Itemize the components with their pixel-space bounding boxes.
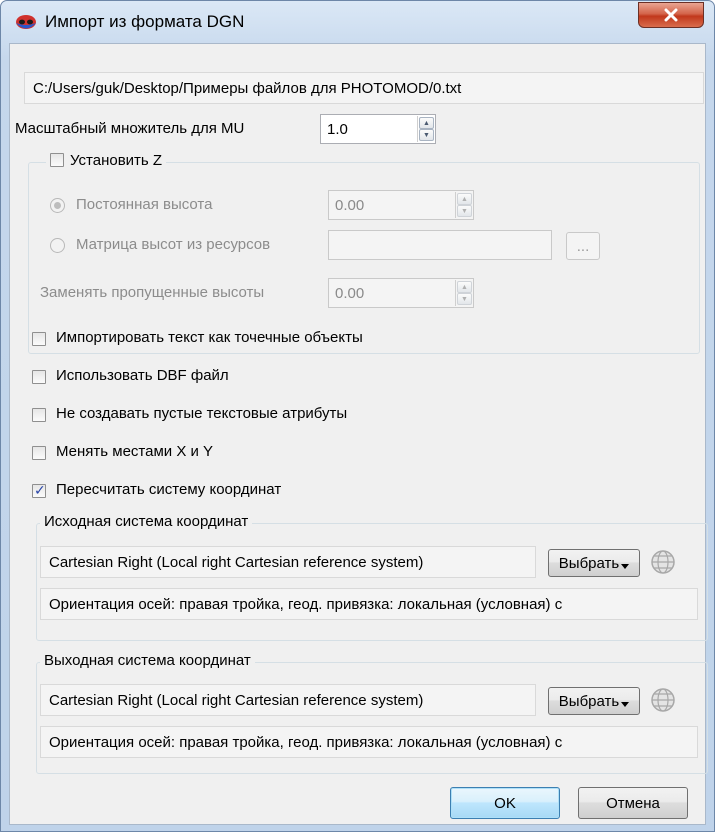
cancel-button[interactable]: Отмена <box>578 787 688 819</box>
spin-down-icon[interactable]: ▼ <box>419 129 434 141</box>
constant-height-radio[interactable] <box>50 198 65 213</box>
close-button[interactable] <box>638 2 704 28</box>
scale-factor-stepper[interactable]: ▲ ▼ <box>417 116 435 142</box>
ok-button[interactable]: OK <box>450 787 560 819</box>
window-title: Импорт из формата DGN <box>45 12 245 31</box>
replace-missing-label: Заменять пропущенные высоты <box>40 284 265 301</box>
swap-xy-label: Менять местами X и Y <box>56 443 214 460</box>
set-z-label: Установить Z <box>70 152 163 169</box>
height-matrix-label: Матрица высот из ресурсов <box>76 236 271 253</box>
constant-height-value: 0.00 <box>335 196 365 214</box>
file-path-field: C:/Users/guk/Desktop/Примеры файлов для … <box>24 72 704 104</box>
recalc-cs-label: Пересчитать систему координат <box>56 481 282 498</box>
height-matrix-radio[interactable] <box>50 238 65 253</box>
use-dbf-checkbox[interactable] <box>32 370 46 384</box>
target-cs-name-field: Cartesian Right (Local right Cartesian r… <box>40 684 536 716</box>
constant-height-stepper[interactable]: ▲ ▼ <box>455 192 473 218</box>
constant-height-spinbox[interactable]: 0.00 ▲ ▼ <box>328 190 474 220</box>
globe-icon[interactable] <box>650 687 676 713</box>
target-cs-select-button[interactable]: Выбрать <box>548 687 640 715</box>
recalc-cs-checkbox[interactable]: ✓ <box>32 482 46 498</box>
close-icon <box>664 8 678 22</box>
height-matrix-browse-button[interactable]: ... <box>566 232 600 260</box>
no-empty-text-attrs-checkbox[interactable] <box>32 408 46 422</box>
constant-height-label: Постоянная высота <box>76 196 213 213</box>
source-cs-group <box>36 523 708 641</box>
dropdown-arrow-icon <box>621 564 630 569</box>
source-cs-title: Исходная система координат <box>40 513 253 530</box>
checkmark-icon: ✓ <box>34 482 46 498</box>
spin-up-icon[interactable]: ▲ <box>457 193 472 205</box>
use-dbf-label: Использовать DBF файл <box>56 367 229 384</box>
globe-icon[interactable] <box>650 549 676 575</box>
replace-missing-spinbox[interactable]: 0.00 ▲ ▼ <box>328 278 474 308</box>
dropdown-arrow-icon <box>621 702 630 707</box>
source-cs-name-field: Cartesian Right (Local right Cartesian r… <box>40 546 536 578</box>
source-cs-description: Ориентация осей: правая тройка, геод. пр… <box>40 588 698 620</box>
swap-xy-checkbox[interactable] <box>32 446 46 460</box>
target-cs-title: Выходная система координат <box>40 652 255 669</box>
spin-up-icon[interactable]: ▲ <box>457 281 472 293</box>
source-cs-select-button[interactable]: Выбрать <box>548 549 640 577</box>
title-bar: Импорт из формата DGN <box>1 1 714 43</box>
scale-factor-label: Масштабный множитель для MU <box>15 120 245 137</box>
import-dgn-dialog: Импорт из формата DGN C:/Users/guk/Deskt… <box>0 0 715 832</box>
import-text-checkbox[interactable] <box>32 332 46 346</box>
app-icon <box>16 15 36 29</box>
replace-missing-stepper[interactable]: ▲ ▼ <box>455 280 473 306</box>
import-text-label: Импортировать текст как точечные объекты <box>56 329 363 346</box>
target-cs-description: Ориентация осей: правая тройка, геод. пр… <box>40 726 698 758</box>
scale-factor-spinbox[interactable]: 1.0 ▲ ▼ <box>320 114 436 144</box>
target-cs-select-label: Выбрать <box>558 692 620 710</box>
spin-down-icon[interactable]: ▼ <box>457 293 472 305</box>
spin-up-icon[interactable]: ▲ <box>419 117 434 129</box>
set-z-title[interactable]: Установить Z <box>46 151 167 169</box>
set-z-checkbox[interactable] <box>50 153 64 167</box>
spin-down-icon[interactable]: ▼ <box>457 205 472 217</box>
no-empty-text-attrs-label: Не создавать пустые текстовые атрибуты <box>56 405 348 422</box>
scale-factor-value: 1.0 <box>327 120 348 138</box>
replace-missing-value: 0.00 <box>335 284 365 302</box>
dialog-body: C:/Users/guk/Desktop/Примеры файлов для … <box>9 43 708 825</box>
height-matrix-field[interactable] <box>328 230 552 260</box>
source-cs-select-label: Выбрать <box>558 554 620 572</box>
